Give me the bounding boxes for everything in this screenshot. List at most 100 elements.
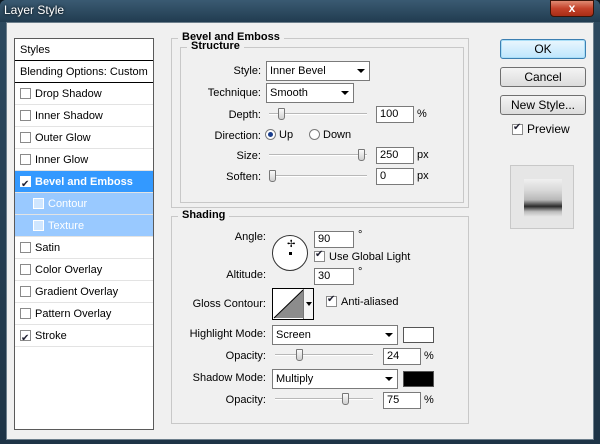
preview-checkbox[interactable] — [512, 122, 523, 135]
shadow-mode-value: Multiply — [276, 373, 314, 385]
crosshair-icon: ✢ — [287, 239, 296, 250]
style-item-checkbox[interactable] — [20, 110, 31, 121]
highlight-opacity-thumb[interactable] — [296, 349, 303, 361]
style-item-bevel-and-emboss[interactable]: Bevel and Emboss — [15, 171, 153, 196]
shadow-mode-label: Shadow Mode: — [192, 372, 266, 384]
style-item-checkbox[interactable] — [20, 174, 31, 196]
highlight-mode-label: Highlight Mode: — [189, 328, 266, 340]
global-light-checkbox[interactable] — [314, 249, 325, 262]
style-item-label: Color Overlay — [35, 264, 103, 276]
new-style-button[interactable]: New Style... — [500, 95, 586, 115]
technique-label: Technique: — [207, 87, 261, 99]
direction-down-radio[interactable] — [309, 129, 320, 140]
shadow-opacity-thumb[interactable] — [342, 393, 349, 405]
style-item-checkbox[interactable] — [20, 242, 31, 253]
technique-select[interactable]: Smooth — [266, 83, 354, 103]
layer-style-window: Layer Style x Styles Blending Options: C… — [0, 0, 600, 444]
style-item-checkbox[interactable] — [20, 286, 31, 297]
direction-up-radio[interactable] — [265, 129, 276, 140]
style-item-gradient-overlay[interactable]: Gradient Overlay — [15, 281, 153, 303]
highlight-opacity-unit: % — [424, 350, 434, 362]
style-item-pattern-overlay[interactable]: Pattern Overlay — [15, 303, 153, 325]
close-button[interactable]: x — [550, 0, 594, 17]
chevron-down-icon[interactable] — [303, 289, 313, 319]
slider-track — [275, 354, 373, 356]
direction-up-option[interactable]: Up — [265, 129, 293, 141]
dialog-body: Styles Blending Options: Custom Drop Sha… — [6, 22, 594, 440]
cancel-button[interactable]: Cancel — [500, 67, 586, 87]
altitude-input[interactable]: 30 — [314, 268, 354, 285]
style-item-color-overlay[interactable]: Color Overlay — [15, 259, 153, 281]
style-item-checkbox[interactable] — [20, 328, 31, 350]
style-item-texture[interactable]: Texture — [15, 215, 153, 237]
direction-down-option[interactable]: Down — [309, 129, 351, 141]
style-item-checkbox[interactable] — [33, 220, 44, 231]
preview-bevel-sample — [524, 179, 562, 217]
soften-input[interactable]: 0 — [376, 168, 414, 185]
contour-curve-icon — [273, 289, 304, 319]
soften-slider-thumb[interactable] — [269, 170, 276, 182]
style-item-stroke[interactable]: Stroke — [15, 325, 153, 350]
style-item-label: Drop Shadow — [35, 88, 102, 100]
anti-aliased-option[interactable]: Anti-aliased — [326, 294, 399, 308]
style-preview — [510, 165, 574, 229]
styles-header[interactable]: Styles — [15, 39, 153, 61]
shadow-color-swatch[interactable] — [403, 371, 434, 387]
depth-slider-thumb[interactable] — [278, 108, 285, 120]
style-select[interactable]: Inner Bevel — [266, 61, 370, 81]
anti-aliased-label: Anti-aliased — [341, 296, 399, 308]
anti-aliased-checkbox[interactable] — [326, 294, 337, 307]
style-item-label: Texture — [48, 220, 85, 232]
angle-unit: ° — [358, 229, 363, 241]
chevron-down-icon — [385, 333, 393, 337]
shadow-opacity-slider[interactable] — [275, 393, 373, 405]
gloss-contour-picker[interactable] — [272, 288, 314, 320]
angle-input[interactable]: 90 — [314, 231, 354, 248]
depth-slider[interactable] — [269, 108, 367, 120]
style-item-inner-shadow[interactable]: Inner Shadow — [15, 105, 153, 127]
style-item-checkbox[interactable] — [33, 198, 44, 209]
depth-input[interactable]: 100 — [376, 106, 414, 123]
style-item-contour[interactable]: Contour — [15, 193, 153, 215]
preview-label: Preview — [527, 122, 570, 136]
soften-label: Soften: — [226, 171, 261, 183]
shadow-mode-select[interactable]: Multiply — [272, 369, 398, 389]
style-item-checkbox[interactable] — [20, 132, 31, 143]
structure-group: Structure Style: Inner Bevel Technique: … — [180, 40, 464, 203]
style-item-drop-shadow[interactable]: Drop Shadow — [15, 83, 153, 105]
style-item-checkbox[interactable] — [20, 308, 31, 319]
size-slider-thumb[interactable] — [358, 149, 365, 161]
style-item-label: Stroke — [35, 330, 67, 342]
title-bar[interactable]: Layer Style x — [0, 0, 600, 22]
direction-up-label: Up — [279, 129, 294, 141]
chevron-down-icon — [357, 69, 365, 73]
size-slider[interactable] — [269, 149, 367, 161]
style-item-checkbox[interactable] — [20, 154, 31, 165]
style-item-checkbox[interactable] — [20, 264, 31, 275]
styles-list: Styles Blending Options: Custom Drop Sha… — [14, 38, 154, 430]
slider-track — [269, 175, 367, 177]
shading-title: Shading — [178, 209, 230, 221]
global-light-label: Use Global Light — [329, 251, 411, 263]
style-item-satin[interactable]: Satin — [15, 237, 153, 259]
highlight-mode-select[interactable]: Screen — [272, 325, 398, 345]
angle-dial[interactable]: ✢ — [272, 235, 308, 271]
highlight-color-swatch[interactable] — [403, 327, 434, 343]
chevron-down-icon — [341, 91, 349, 95]
style-item-label: Outer Glow — [35, 132, 91, 144]
size-input[interactable]: 250 — [376, 147, 414, 164]
highlight-opacity-slider[interactable] — [275, 349, 373, 361]
technique-select-value: Smooth — [270, 87, 308, 99]
preview-option[interactable]: Preview — [512, 122, 570, 136]
soften-slider[interactable] — [269, 170, 367, 182]
style-item-outer-glow[interactable]: Outer Glow — [15, 127, 153, 149]
ok-button[interactable]: OK — [500, 39, 586, 59]
highlight-opacity-input[interactable]: 24 — [383, 348, 421, 365]
blending-options-item[interactable]: Blending Options: Custom — [15, 61, 153, 83]
style-item-checkbox[interactable] — [20, 88, 31, 99]
global-light-option[interactable]: Use Global Light — [314, 249, 411, 263]
shadow-opacity-input[interactable]: 75 — [383, 392, 421, 409]
style-item-inner-glow[interactable]: Inner Glow — [15, 149, 153, 171]
depth-unit: % — [417, 108, 427, 120]
shadow-opacity-label: Opacity: — [225, 394, 266, 406]
